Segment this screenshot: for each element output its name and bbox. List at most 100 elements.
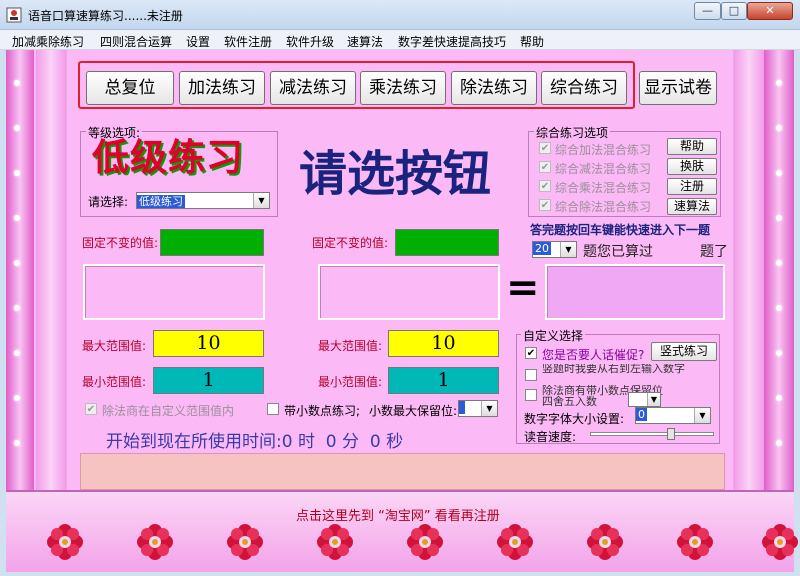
timer-hours: 0 [281,432,293,452]
menu-register[interactable]: 软件注册 [224,33,272,50]
division-practice-button[interactable]: 除法练习 [451,71,537,105]
mixed-mul-checkbox[interactable]: ✔ [539,180,551,192]
app-icon [6,6,22,24]
menu-mixed[interactable]: 四则混合运算 [100,33,172,50]
decor-dot [14,395,20,401]
skin-button[interactable]: 换肤 [667,158,717,175]
font-size-value: 0 [636,408,647,421]
multiplication-practice-button[interactable]: 乘法练习 [360,71,446,105]
window-title: 语音口算速算练习......未注册 [28,9,183,23]
mixed-add-label: 综合加法混合练习 [555,143,652,157]
equals-sign: = [506,265,540,311]
decor-dot [776,350,782,356]
max-range-input-1[interactable]: 10 [153,330,264,357]
timer-minutes-unit: 分 [342,432,360,452]
decor-dot [776,260,782,266]
left-stripe [6,50,34,490]
menu-upgrade[interactable]: 软件升级 [286,33,334,50]
font-size-select[interactable]: 0 ▼ [635,407,711,424]
max-range-label-2: 最大范围值: [318,339,383,353]
timer-prefix: 开始到现在所使用时间: [106,432,282,452]
min-range-label-2: 最小范围值: [318,375,383,389]
decor-dot [776,305,782,311]
speed-label: 读音速度: [524,430,577,444]
enter-hint: 答完题按回车键能快速进入下一题 [530,223,711,237]
min-range-input-1[interactable]: 1 [153,367,264,394]
count-suffix: 题了 [700,244,728,260]
right-stripe-inner [734,50,764,490]
chevron-down-icon: ▼ [694,408,710,423]
vertical-practice-button[interactable]: 竖式练习 [651,342,717,361]
maximize-button[interactable]: □ [721,2,747,20]
min-range-input-2[interactable]: 1 [388,367,499,394]
decor-dot [776,440,782,446]
timer-seconds-unit: 秒 [386,432,404,452]
minimize-button[interactable]: — [694,2,721,20]
count-select[interactable]: 20 ▼ [532,241,577,258]
menu-settings[interactable]: 设置 [186,33,210,50]
decor-dot [14,80,20,86]
decor-dot [14,215,20,221]
addition-practice-button[interactable]: 加法练习 [179,71,265,105]
operand-display-1 [83,264,265,320]
banner-divider [6,490,794,492]
decor-dot [14,260,20,266]
right-to-left-checkbox[interactable] [525,369,537,381]
subtraction-practice-button[interactable]: 减法练习 [270,71,356,105]
reset-all-button[interactable]: 总复位 [86,71,174,105]
decimal-practice-checkbox[interactable] [267,403,279,415]
decimal-practice-label: 带小数点练习; [284,404,361,418]
level-select-value: 低级练习 [137,195,185,208]
level-display: 低级练习 [92,136,244,179]
mixed-sub-checkbox[interactable]: ✔ [539,161,551,173]
menu-arithmetic[interactable]: 加减乘除练习 [12,33,84,50]
decor-dot [14,125,20,131]
max-range-input-2[interactable]: 10 [388,330,499,357]
speed-method-button[interactable]: 速算法 [667,198,717,215]
min-range-label-1: 最小范围值: [82,375,147,389]
decor-dot [776,215,782,221]
decor-dot [776,80,782,86]
answer-input[interactable] [545,264,725,320]
mixed-div-label: 综合除法混合练习 [555,200,652,214]
mixed-options-title: 综合练习选项 [534,124,611,141]
decimal-places-value [459,401,465,414]
decimal-round-select[interactable]: ▼ [628,392,661,407]
decimal-places-select[interactable]: ▼ [458,400,498,417]
show-paper-button[interactable]: 显示试卷 [639,71,717,105]
decimal-round-checkbox[interactable] [525,389,537,401]
chevron-down-icon: ▼ [481,401,497,416]
chevron-down-icon: ▼ [560,242,576,257]
menu-help[interactable]: 帮助 [520,33,544,50]
speed-slider-thumb[interactable] [667,428,675,440]
fixed-value-input-1[interactable] [160,229,264,256]
timer-text: 开始到现在所使用时间:0 时 0 分 0 秒 [106,427,403,452]
level-select[interactable]: 低级练习 ▼ [136,192,270,209]
mixed-mul-label: 综合乘法混合练习 [555,181,652,195]
help-button[interactable]: 帮助 [667,138,717,155]
mixed-practice-button[interactable]: 综合练习 [541,71,627,105]
decor-dot [14,170,20,176]
mixed-add-checkbox[interactable]: ✔ [539,142,551,154]
fixed-value-input-2[interactable] [395,229,499,256]
custom-group-title: 自定义选择 [521,327,586,344]
register-button[interactable]: 注册 [667,178,717,195]
fixed-value-label-2: 固定不变的值: [312,236,389,250]
left-stripe-inner [36,50,66,490]
mixed-div-checkbox[interactable]: ✔ [539,199,551,211]
menu-tips[interactable]: 数字差快速提高技巧 [398,33,506,50]
close-button[interactable]: ✕ [747,2,793,20]
chevron-down-icon: ▼ [647,393,660,406]
decor-dot [776,395,782,401]
decor-dot [14,305,20,311]
count-label: 题您已算过 [583,244,653,260]
decorative-flowers [47,524,798,560]
timer-hours-unit: 时 [297,432,315,452]
decor-dot [14,440,20,446]
voice-prompt-checkbox[interactable]: ✔ [525,347,537,359]
operand-display-2 [318,264,500,320]
menu-speed-method[interactable]: 速算法 [347,33,383,50]
speed-slider-track[interactable] [590,432,714,436]
divide-range-checkbox[interactable]: ✔ [85,403,97,415]
right-to-left-label: 竖题时我要从右到左输入数字 [542,364,685,375]
